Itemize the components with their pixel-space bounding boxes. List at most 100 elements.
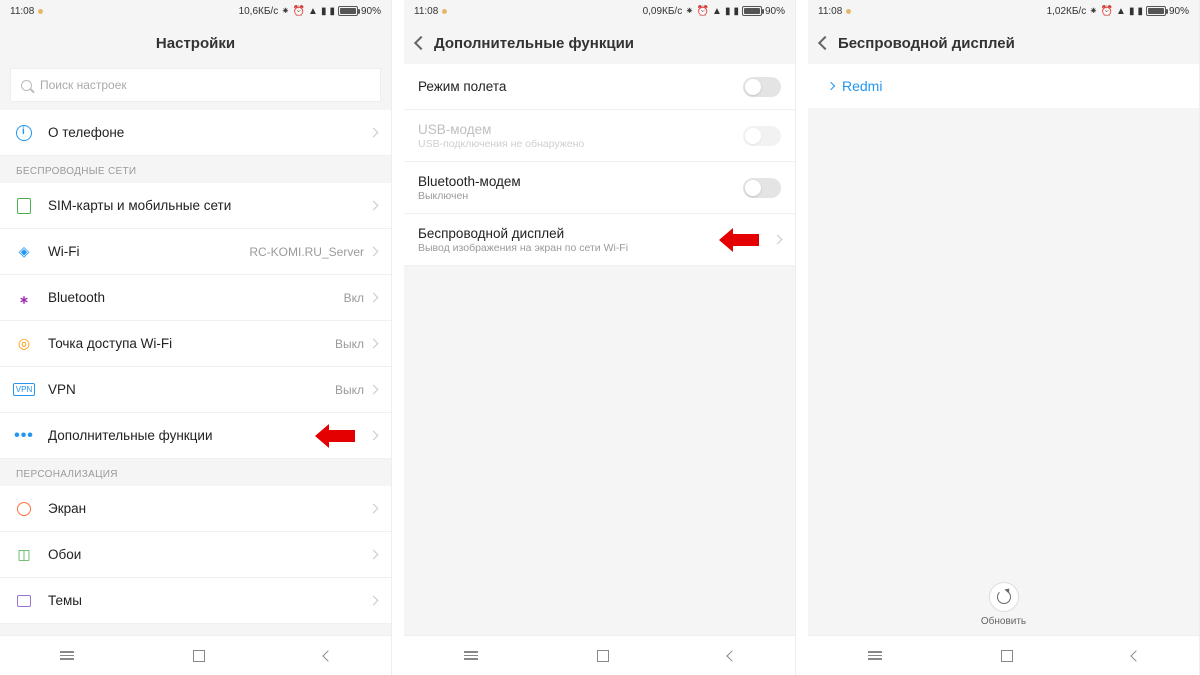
more-icon: •••: [14, 426, 34, 446]
row-vpn[interactable]: VPN VPN Выкл: [0, 367, 391, 413]
alarm-icon: ⏰: [697, 6, 709, 17]
empty-space: [808, 108, 1199, 635]
nav-back-button[interactable]: [322, 650, 333, 661]
refresh-label: Обновить: [981, 616, 1026, 627]
chevron-right-icon: [773, 235, 783, 245]
wireless-display-content: Redmi: [808, 64, 1199, 635]
alarm-icon: ⏰: [293, 6, 305, 17]
wifi-icon: ▲: [712, 6, 722, 17]
nav-back-button[interactable]: [726, 650, 737, 661]
refresh-icon: [997, 590, 1011, 604]
chevron-right-icon: [369, 550, 379, 560]
row-wifi[interactable]: ◈ Wi-Fi RC-KOMI.RU_Server: [0, 229, 391, 275]
device-name: Redmi: [842, 78, 882, 94]
signal-icon: ▮: [1129, 6, 1135, 17]
hotspot-value: Выкл: [335, 337, 364, 351]
themes-icon: [14, 591, 34, 611]
nav-recents-button[interactable]: [464, 651, 478, 660]
row-about-phone[interactable]: О телефоне: [0, 110, 391, 156]
signal-icon: ▮: [321, 6, 327, 17]
status-time: 11:08: [414, 6, 438, 17]
status-bar: 11:08 10,6КБ/с ⁕ ⏰ ▲ ▮ ▮ 90%: [0, 0, 391, 22]
search-input[interactable]: Поиск настроек: [10, 68, 381, 102]
row-bluetooth[interactable]: ⁎ Bluetooth Вкл: [0, 275, 391, 321]
status-net-speed: 1,02КБ/с: [1047, 6, 1087, 17]
additional-list: Режим полета USB-модем USB-подключения н…: [404, 64, 795, 635]
chevron-right-icon: [369, 339, 379, 349]
header: Дополнительные функции: [404, 22, 795, 64]
chevron-right-icon: [369, 431, 379, 441]
nav-home-button[interactable]: [193, 650, 205, 662]
notification-dot-icon: [38, 9, 43, 14]
bluetooth-icon: ⁎: [14, 288, 34, 308]
row-bt-tether[interactable]: Bluetooth-модем Выключен: [404, 162, 795, 214]
header: Беспроводной дисплей: [808, 22, 1199, 64]
row-themes[interactable]: Темы: [0, 578, 391, 624]
nav-recents-button[interactable]: [60, 651, 74, 660]
battery-icon: [338, 6, 358, 16]
row-wallpaper[interactable]: ◫ Обои: [0, 532, 391, 578]
row-hotspot[interactable]: ◎ Точка доступа Wi-Fi Выкл: [0, 321, 391, 367]
chevron-right-icon: [369, 128, 379, 138]
screen-additional-functions: 11:08 0,09КБ/с ⁕ ⏰ ▲ ▮ ▮ 90% Дополнитель…: [404, 0, 796, 675]
row-sim[interactable]: SIM-карты и мобильные сети: [0, 183, 391, 229]
status-net-speed: 0,09КБ/с: [643, 6, 683, 17]
battery-icon: [742, 6, 762, 16]
chevron-right-icon: [369, 504, 379, 514]
chevron-right-icon: [369, 385, 379, 395]
page-title: Настройки: [156, 35, 235, 52]
hotspot-icon: ◎: [14, 334, 34, 354]
nav-bar: [0, 635, 391, 675]
nav-home-button[interactable]: [1001, 650, 1013, 662]
wifi-icon: ▲: [308, 6, 318, 17]
nav-bar: [808, 635, 1199, 675]
nav-back-button[interactable]: [1130, 650, 1141, 661]
chevron-right-icon: [827, 82, 835, 90]
status-net-speed: 10,6КБ/с: [239, 6, 279, 17]
battery-percent: 90%: [1169, 6, 1189, 17]
back-icon[interactable]: [818, 36, 832, 50]
bluetooth-icon: ⁕: [1089, 6, 1097, 17]
section-personalization: ПЕРСОНАЛИЗАЦИЯ: [0, 459, 391, 486]
notification-dot-icon: [442, 9, 447, 14]
vpn-icon: VPN: [14, 380, 34, 400]
refresh-button[interactable]: [989, 582, 1019, 612]
battery-icon: [1146, 6, 1166, 16]
status-time: 11:08: [818, 6, 842, 17]
notification-dot-icon: [846, 9, 851, 14]
device-link-redmi[interactable]: Redmi: [808, 64, 1199, 108]
info-icon: [14, 123, 34, 143]
header: Настройки: [0, 22, 391, 64]
row-airplane-mode[interactable]: Режим полета: [404, 64, 795, 110]
search-icon: [21, 80, 32, 91]
screen-settings: 11:08 10,6КБ/с ⁕ ⏰ ▲ ▮ ▮ 90% Настройки П…: [0, 0, 392, 675]
bluetooth-icon: ⁕: [685, 6, 693, 17]
usb-tether-toggle: [743, 126, 781, 146]
row-display[interactable]: Экран: [0, 486, 391, 532]
nav-recents-button[interactable]: [868, 651, 882, 660]
settings-list: О телефоне БЕСПРОВОДНЫЕ СЕТИ SIM-карты и…: [0, 110, 391, 635]
page-title: Беспроводной дисплей: [838, 35, 1015, 52]
chevron-right-icon: [369, 293, 379, 303]
section-wireless: БЕСПРОВОДНЫЕ СЕТИ: [0, 156, 391, 183]
signal-icon: ▮: [733, 6, 739, 17]
bt-value: Вкл: [344, 291, 364, 305]
chevron-right-icon: [369, 247, 379, 257]
refresh-area: Обновить: [808, 582, 1199, 627]
status-bar: 11:08 0,09КБ/с ⁕ ⏰ ▲ ▮ ▮ 90%: [404, 0, 795, 22]
nav-bar: [404, 635, 795, 675]
battery-percent: 90%: [361, 6, 381, 17]
row-more-functions[interactable]: ••• Дополнительные функции: [0, 413, 391, 459]
page-title: Дополнительные функции: [434, 35, 634, 52]
vpn-value: Выкл: [335, 383, 364, 397]
display-icon: [14, 499, 34, 519]
signal-icon: ▮: [1137, 6, 1143, 17]
row-wireless-display[interactable]: Беспроводной дисплей Вывод изображения н…: [404, 214, 795, 266]
bt-tether-toggle[interactable]: [743, 178, 781, 198]
wifi-value: RC-KOMI.RU_Server: [249, 245, 364, 259]
screen-wireless-display: 11:08 1,02КБ/с ⁕ ⏰ ▲ ▮ ▮ 90% Беспроводно…: [808, 0, 1200, 675]
chevron-right-icon: [369, 596, 379, 606]
nav-home-button[interactable]: [597, 650, 609, 662]
airplane-toggle[interactable]: [743, 77, 781, 97]
back-icon[interactable]: [414, 36, 428, 50]
